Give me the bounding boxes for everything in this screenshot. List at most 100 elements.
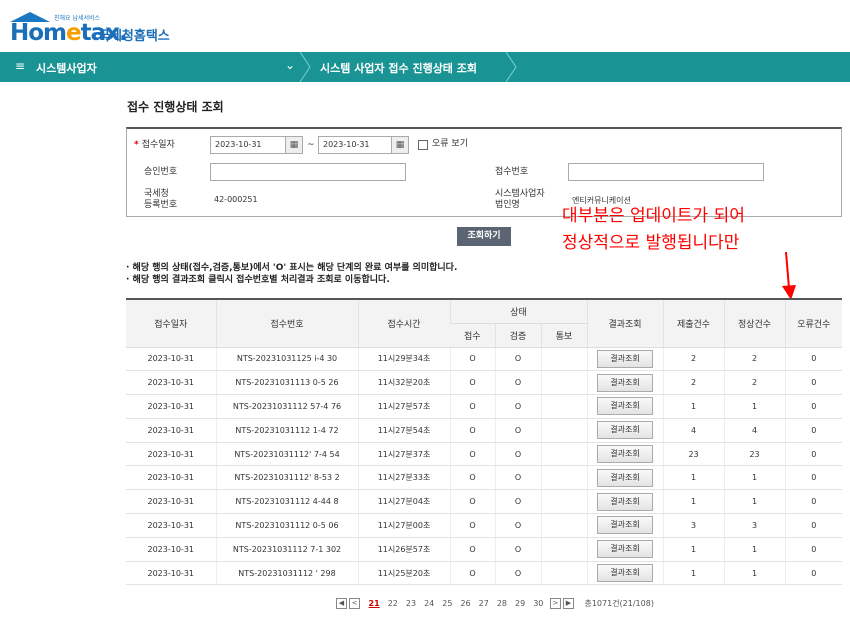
cell-status-receipt: O — [449, 537, 495, 562]
note-line: · 해당 행의 결과조회 클릭시 접수번호별 처리결과 조회로 이동합니다. — [126, 275, 390, 285]
pagination: ◀ < 21 22 23 24 25 26 27 28 29 30 > ▶ 총1071건(21/108… — [336, 598, 654, 612]
annotation-text: 대부분은 업데이트가 되어 정상적으로 발행됩니다만 — [562, 206, 745, 253]
receipt-no-input[interactable] — [568, 163, 764, 181]
cell-receipt-no: NTS-20231031112 0-5 06 — [215, 513, 358, 538]
page-link[interactable]: 22 — [388, 599, 398, 608]
page-link[interactable]: 29 — [515, 599, 525, 608]
page-link[interactable]: 27 — [479, 599, 489, 608]
cell-status-notify — [540, 347, 588, 372]
table-body: 2023-10-31 NTS-20231031125 i-4 30 11시29분34… — [126, 347, 843, 586]
page-link[interactable]: 26 — [460, 599, 470, 608]
cell-result: 결과조회 — [586, 489, 664, 515]
prev-page-button[interactable]: < — [349, 598, 360, 609]
col-header-status: 상태 — [449, 298, 588, 324]
notes: · 해당 행의 상태(접수,검증,통보)에서 'O' 표시는 해당 단계의 완료… — [126, 262, 457, 286]
table-row: 2023-10-31 NTS-20231031112 57-4 76 11시27분5… — [126, 394, 843, 419]
cell-result: 결과조회 — [586, 442, 664, 467]
cell-submitted: 1 — [662, 561, 725, 586]
annotation-arrow-icon — [782, 251, 796, 300]
cell-time: 11시27분54초 — [357, 418, 450, 443]
result-view-button[interactable]: 결과조회 — [597, 516, 654, 535]
cell-normal: 4 — [723, 418, 786, 443]
page-numbers: 21 22 23 24 25 26 27 28 29 30 — [365, 599, 548, 608]
cell-status-verify: O — [494, 394, 541, 419]
result-view-button[interactable]: 결과조회 — [597, 397, 654, 416]
page-link[interactable]: 28 — [497, 599, 507, 608]
page-link[interactable]: 30 — [533, 599, 543, 608]
page-link[interactable]: 21 — [369, 599, 380, 608]
cell-submitted: 1 — [662, 489, 725, 515]
cell-receipt-no: NTS-20231031112 7-1 302 — [215, 537, 358, 562]
cell-normal: 2 — [723, 347, 786, 372]
page-link[interactable]: 24 — [424, 599, 434, 608]
cell-time: 11시29분34초 — [357, 347, 450, 372]
cell-error: 0 — [784, 537, 843, 562]
result-view-button[interactable]: 결과조회 — [597, 373, 654, 392]
cell-error: 0 — [784, 513, 843, 538]
cell-submitted: 1 — [662, 465, 725, 491]
cell-submitted: 3 — [662, 513, 725, 538]
result-view-button[interactable]: 결과조회 — [597, 492, 654, 511]
result-view-button[interactable]: 결과조회 — [597, 564, 654, 583]
table-row: 2023-10-31 NTS-20231031112 1-4 72 11시27분54… — [126, 418, 843, 443]
nav-bar: ≡ 시스템사업자 ⌄ 시스템 사업자 접수 진행상태 조회 — [0, 52, 850, 82]
first-page-button[interactable]: ◀ — [336, 598, 347, 609]
col-header-status-notify: 통보 — [540, 323, 588, 348]
chevron-down-icon[interactable]: ⌄ — [285, 58, 295, 72]
cell-error: 0 — [784, 394, 843, 419]
date-label: * 접수일자 — [134, 140, 175, 150]
search-button[interactable]: 조회하기 — [457, 227, 511, 246]
cell-date: 2023-10-31 — [126, 465, 216, 491]
calendar-icon[interactable]: ▦ — [391, 136, 409, 154]
cell-result: 결과조회 — [586, 394, 664, 419]
cell-status-receipt: O — [449, 370, 495, 396]
table-row: 2023-10-31 NTS-20231031112' 7-4 54 11시27분3… — [126, 442, 843, 467]
cell-result: 결과조회 — [586, 370, 664, 396]
breadcrumb-system-provider[interactable]: 시스템사업자 — [36, 60, 97, 76]
table-row: 2023-10-31 NTS-20231031112 7-1 302 11시26분5… — [126, 537, 843, 562]
cell-error: 0 — [784, 561, 843, 586]
cell-time: 11시27분57초 — [357, 394, 450, 419]
page-link[interactable]: 23 — [406, 599, 416, 608]
cell-submitted: 1 — [662, 537, 725, 562]
cell-receipt-no: NTS-20231031112 57-4 76 — [215, 394, 358, 419]
table-row: 2023-10-31 NTS-20231031112 4-44 8 11시27분04… — [126, 489, 843, 515]
menu-icon[interactable]: ≡ — [15, 59, 25, 73]
nts-reg-no-value: 42-000251 — [214, 195, 258, 204]
cell-receipt-no: NTS-20231031125 i-4 30 — [215, 347, 358, 372]
hometax-logo[interactable]: 친해요 납세서비스 Hometax. 국세청홈택스 — [8, 8, 208, 46]
result-view-button[interactable]: 결과조회 — [597, 349, 654, 368]
error-view-checkbox[interactable] — [418, 140, 428, 150]
last-page-button[interactable]: ▶ — [562, 598, 574, 609]
cell-receipt-no: NTS-20231031112' 7-4 54 — [215, 442, 358, 467]
result-view-button[interactable]: 결과조회 — [597, 445, 654, 464]
col-header-date: 접수일자 — [126, 298, 216, 348]
next-page-button[interactable]: > — [549, 598, 561, 609]
calendar-icon[interactable]: ▦ — [285, 136, 303, 154]
cell-status-verify: O — [494, 561, 541, 586]
cell-time: 11시32분20초 — [357, 370, 450, 396]
cell-normal: 3 — [723, 513, 786, 538]
cell-status-verify: O — [494, 465, 541, 491]
cell-status-receipt: O — [449, 418, 495, 443]
cell-normal: 1 — [723, 489, 786, 515]
date-to-input[interactable]: 2023-10-31 — [318, 136, 393, 154]
cell-status-notify — [540, 561, 588, 586]
approval-no-input[interactable] — [210, 163, 406, 181]
cell-status-verify: O — [494, 537, 541, 562]
cell-normal: 1 — [723, 465, 786, 491]
cell-status-notify — [540, 370, 588, 396]
cell-date: 2023-10-31 — [126, 561, 216, 586]
breadcrumb-receipt-status[interactable]: 시스템 사업자 접수 진행상태 조회 — [320, 60, 477, 76]
cell-submitted: 1 — [662, 394, 725, 419]
cell-error: 0 — [784, 465, 843, 491]
page-link[interactable]: 25 — [442, 599, 452, 608]
date-from-input[interactable]: 2023-10-31 — [210, 136, 286, 154]
cell-submitted: 23 — [662, 442, 725, 467]
cell-receipt-no: NTS-20231031112 4-44 8 — [215, 489, 358, 515]
result-view-button[interactable]: 결과조회 — [597, 468, 654, 487]
result-view-button[interactable]: 결과조회 — [597, 421, 654, 440]
cell-status-verify: O — [494, 513, 541, 538]
result-view-button[interactable]: 결과조회 — [597, 540, 654, 559]
required-mark: * — [134, 140, 139, 150]
